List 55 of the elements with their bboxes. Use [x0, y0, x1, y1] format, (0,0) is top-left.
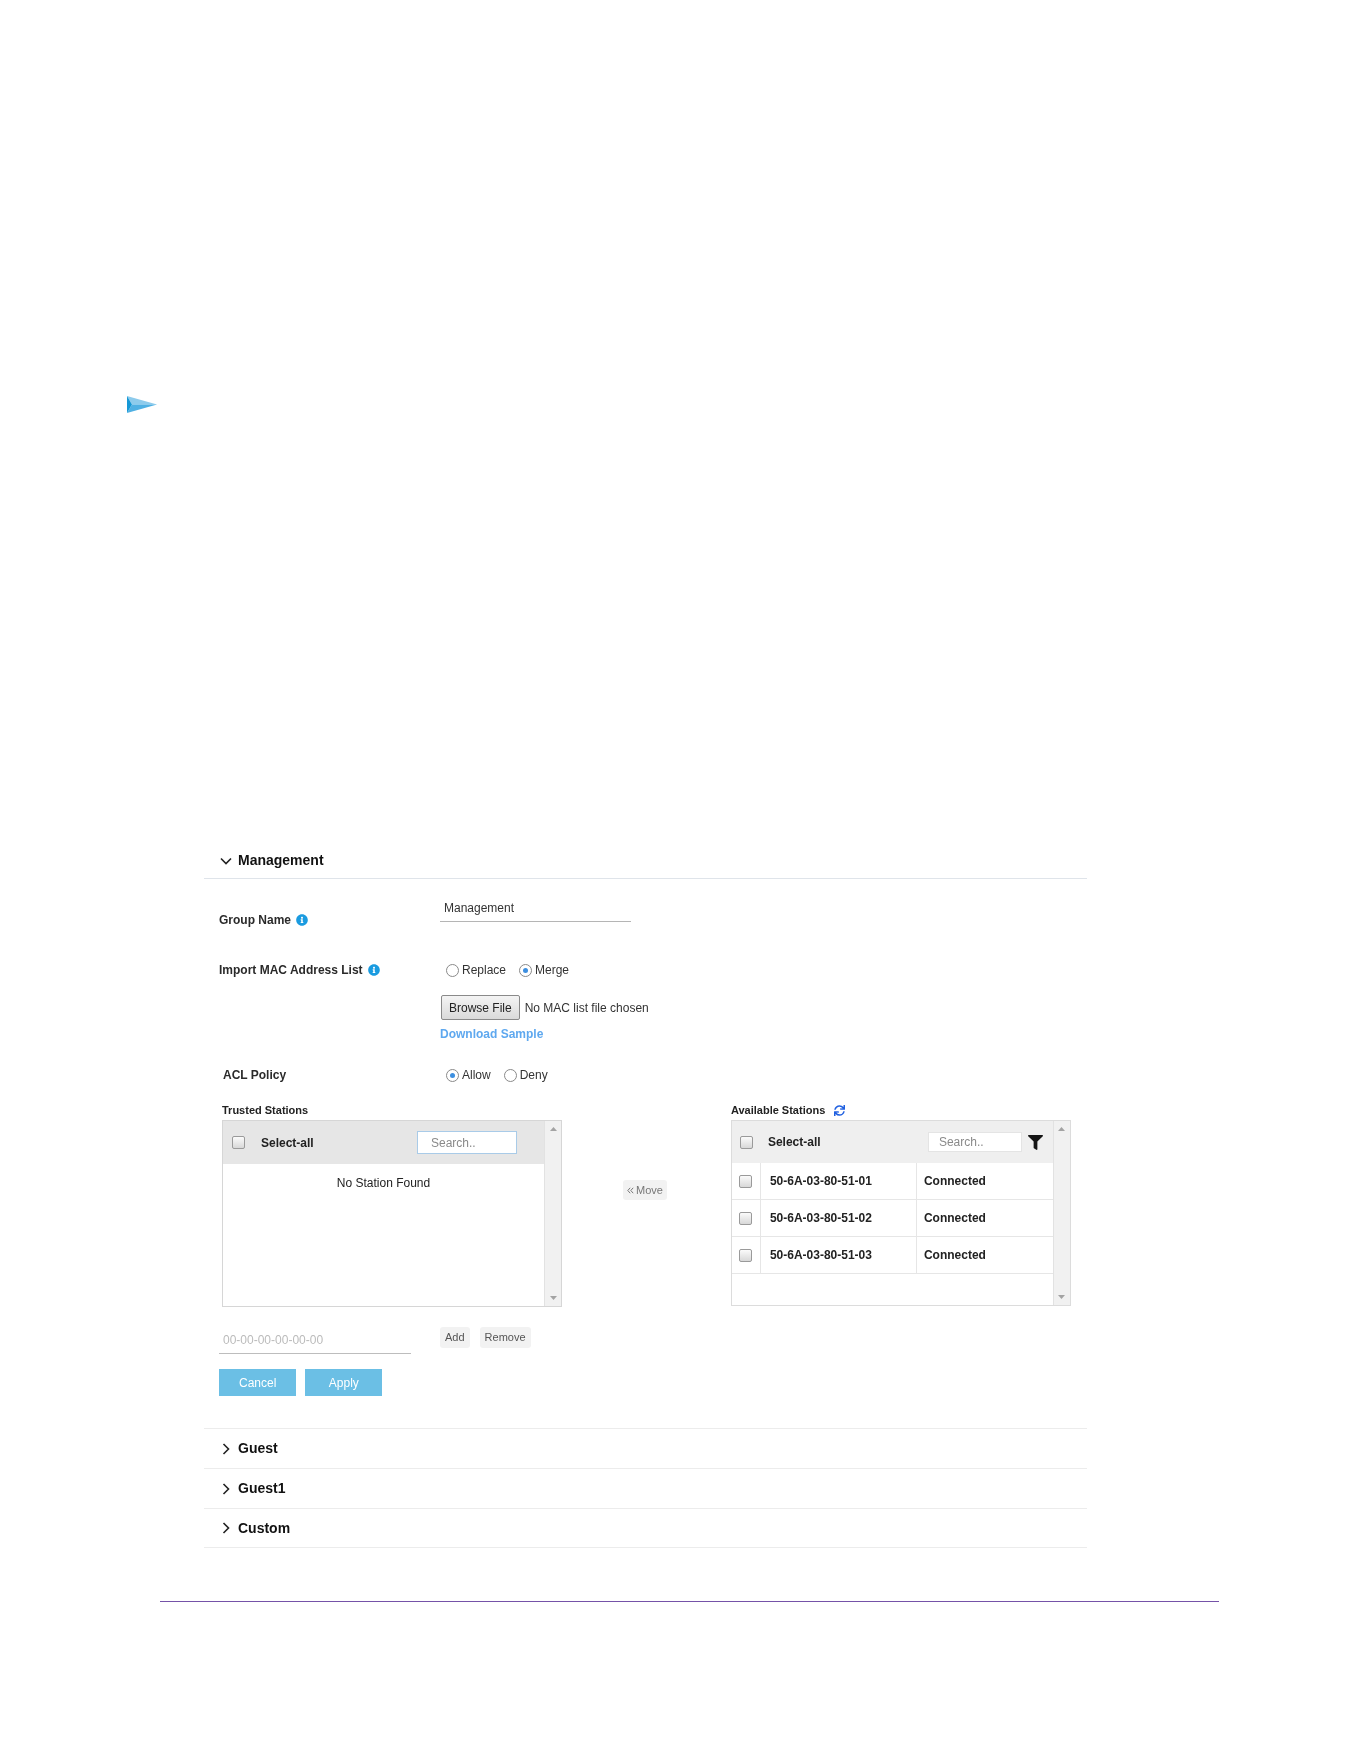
- file-status-text: No MAC list file chosen: [524, 999, 649, 1017]
- status-text: Connected: [923, 1173, 986, 1190]
- mac-address-text: 50-6A-03-80-51-02: [769, 1210, 872, 1227]
- select-all-label: Select-all: [767, 1134, 821, 1151]
- radio-button[interactable]: [446, 963, 459, 977]
- mac-address-field[interactable]: 00-00-00-00-00-00: [219, 1327, 411, 1354]
- scrollbar[interactable]: [1052, 1121, 1070, 1305]
- info-icon[interactable]: [296, 914, 308, 926]
- filter-icon[interactable]: [1027, 1134, 1043, 1150]
- radio-label: Allow: [462, 1067, 491, 1083]
- radio-label: Deny: [519, 1067, 548, 1083]
- checkbox[interactable]: [739, 1248, 753, 1262]
- list-action-button[interactable]: Remove: [479, 1327, 531, 1348]
- checkbox[interactable]: [232, 1136, 245, 1149]
- group-name-field[interactable]: Management: [440, 898, 631, 922]
- scroll-up-icon[interactable]: [1058, 1127, 1066, 1131]
- field-label: ACL Policy: [223, 1067, 287, 1083]
- double-chevron-left-icon: [627, 1186, 634, 1194]
- station-row[interactable]: 50-6A-03-80-51-03 Connected: [731, 1237, 1053, 1274]
- section-header[interactable]: Guest1: [204, 1468, 1087, 1508]
- field-label: Import MAC Address List: [219, 962, 363, 978]
- scroll-down-icon[interactable]: [1058, 1295, 1066, 1299]
- section-header[interactable]: Management: [204, 843, 1087, 879]
- scroll-down-icon[interactable]: [549, 1296, 557, 1300]
- search-field[interactable]: Search..: [417, 1131, 517, 1154]
- scrollbar[interactable]: [544, 1121, 561, 1306]
- pointer-arrow-icon: [127, 396, 157, 413]
- radio-label: Merge: [535, 962, 570, 978]
- move-button[interactable]: Move: [623, 1180, 667, 1200]
- list-action-button[interactable]: Add: [440, 1327, 470, 1348]
- radio-button[interactable]: [519, 963, 533, 977]
- mac-address-text: 50-6A-03-80-51-03: [769, 1247, 872, 1264]
- info-icon[interactable]: [367, 964, 380, 976]
- radio-button[interactable]: [503, 1068, 517, 1082]
- refresh-icon[interactable]: [834, 1104, 846, 1116]
- radio-button[interactable]: [446, 1068, 459, 1082]
- section-header[interactable]: Custom: [204, 1508, 1087, 1548]
- empty-message: No Station Found: [336, 1175, 431, 1192]
- checkbox[interactable]: [739, 1211, 753, 1225]
- mac-address-text: 50-6A-03-80-51-01: [769, 1173, 872, 1190]
- select-all-label: Select-all: [261, 1134, 314, 1152]
- panel-title: Trusted Stations: [222, 1102, 309, 1118]
- status-text: Connected: [923, 1210, 986, 1227]
- station-row[interactable]: 50-6A-03-80-51-01 Connected: [731, 1163, 1053, 1200]
- checkbox[interactable]: [739, 1135, 753, 1149]
- station-row[interactable]: 50-6A-03-80-51-02 Connected: [731, 1200, 1053, 1237]
- status-text: Connected: [923, 1247, 986, 1264]
- radio-label: Replace: [462, 962, 507, 978]
- scroll-up-icon[interactable]: [549, 1127, 557, 1131]
- search-field[interactable]: Search..: [927, 1132, 1022, 1152]
- field-label: Group Name: [219, 912, 291, 928]
- panel-title: Available Stations: [730, 1102, 826, 1118]
- browse-file-button[interactable]: Browse File: [441, 995, 520, 1020]
- section-header[interactable]: Guest: [204, 1428, 1087, 1468]
- checkbox[interactable]: [739, 1174, 753, 1188]
